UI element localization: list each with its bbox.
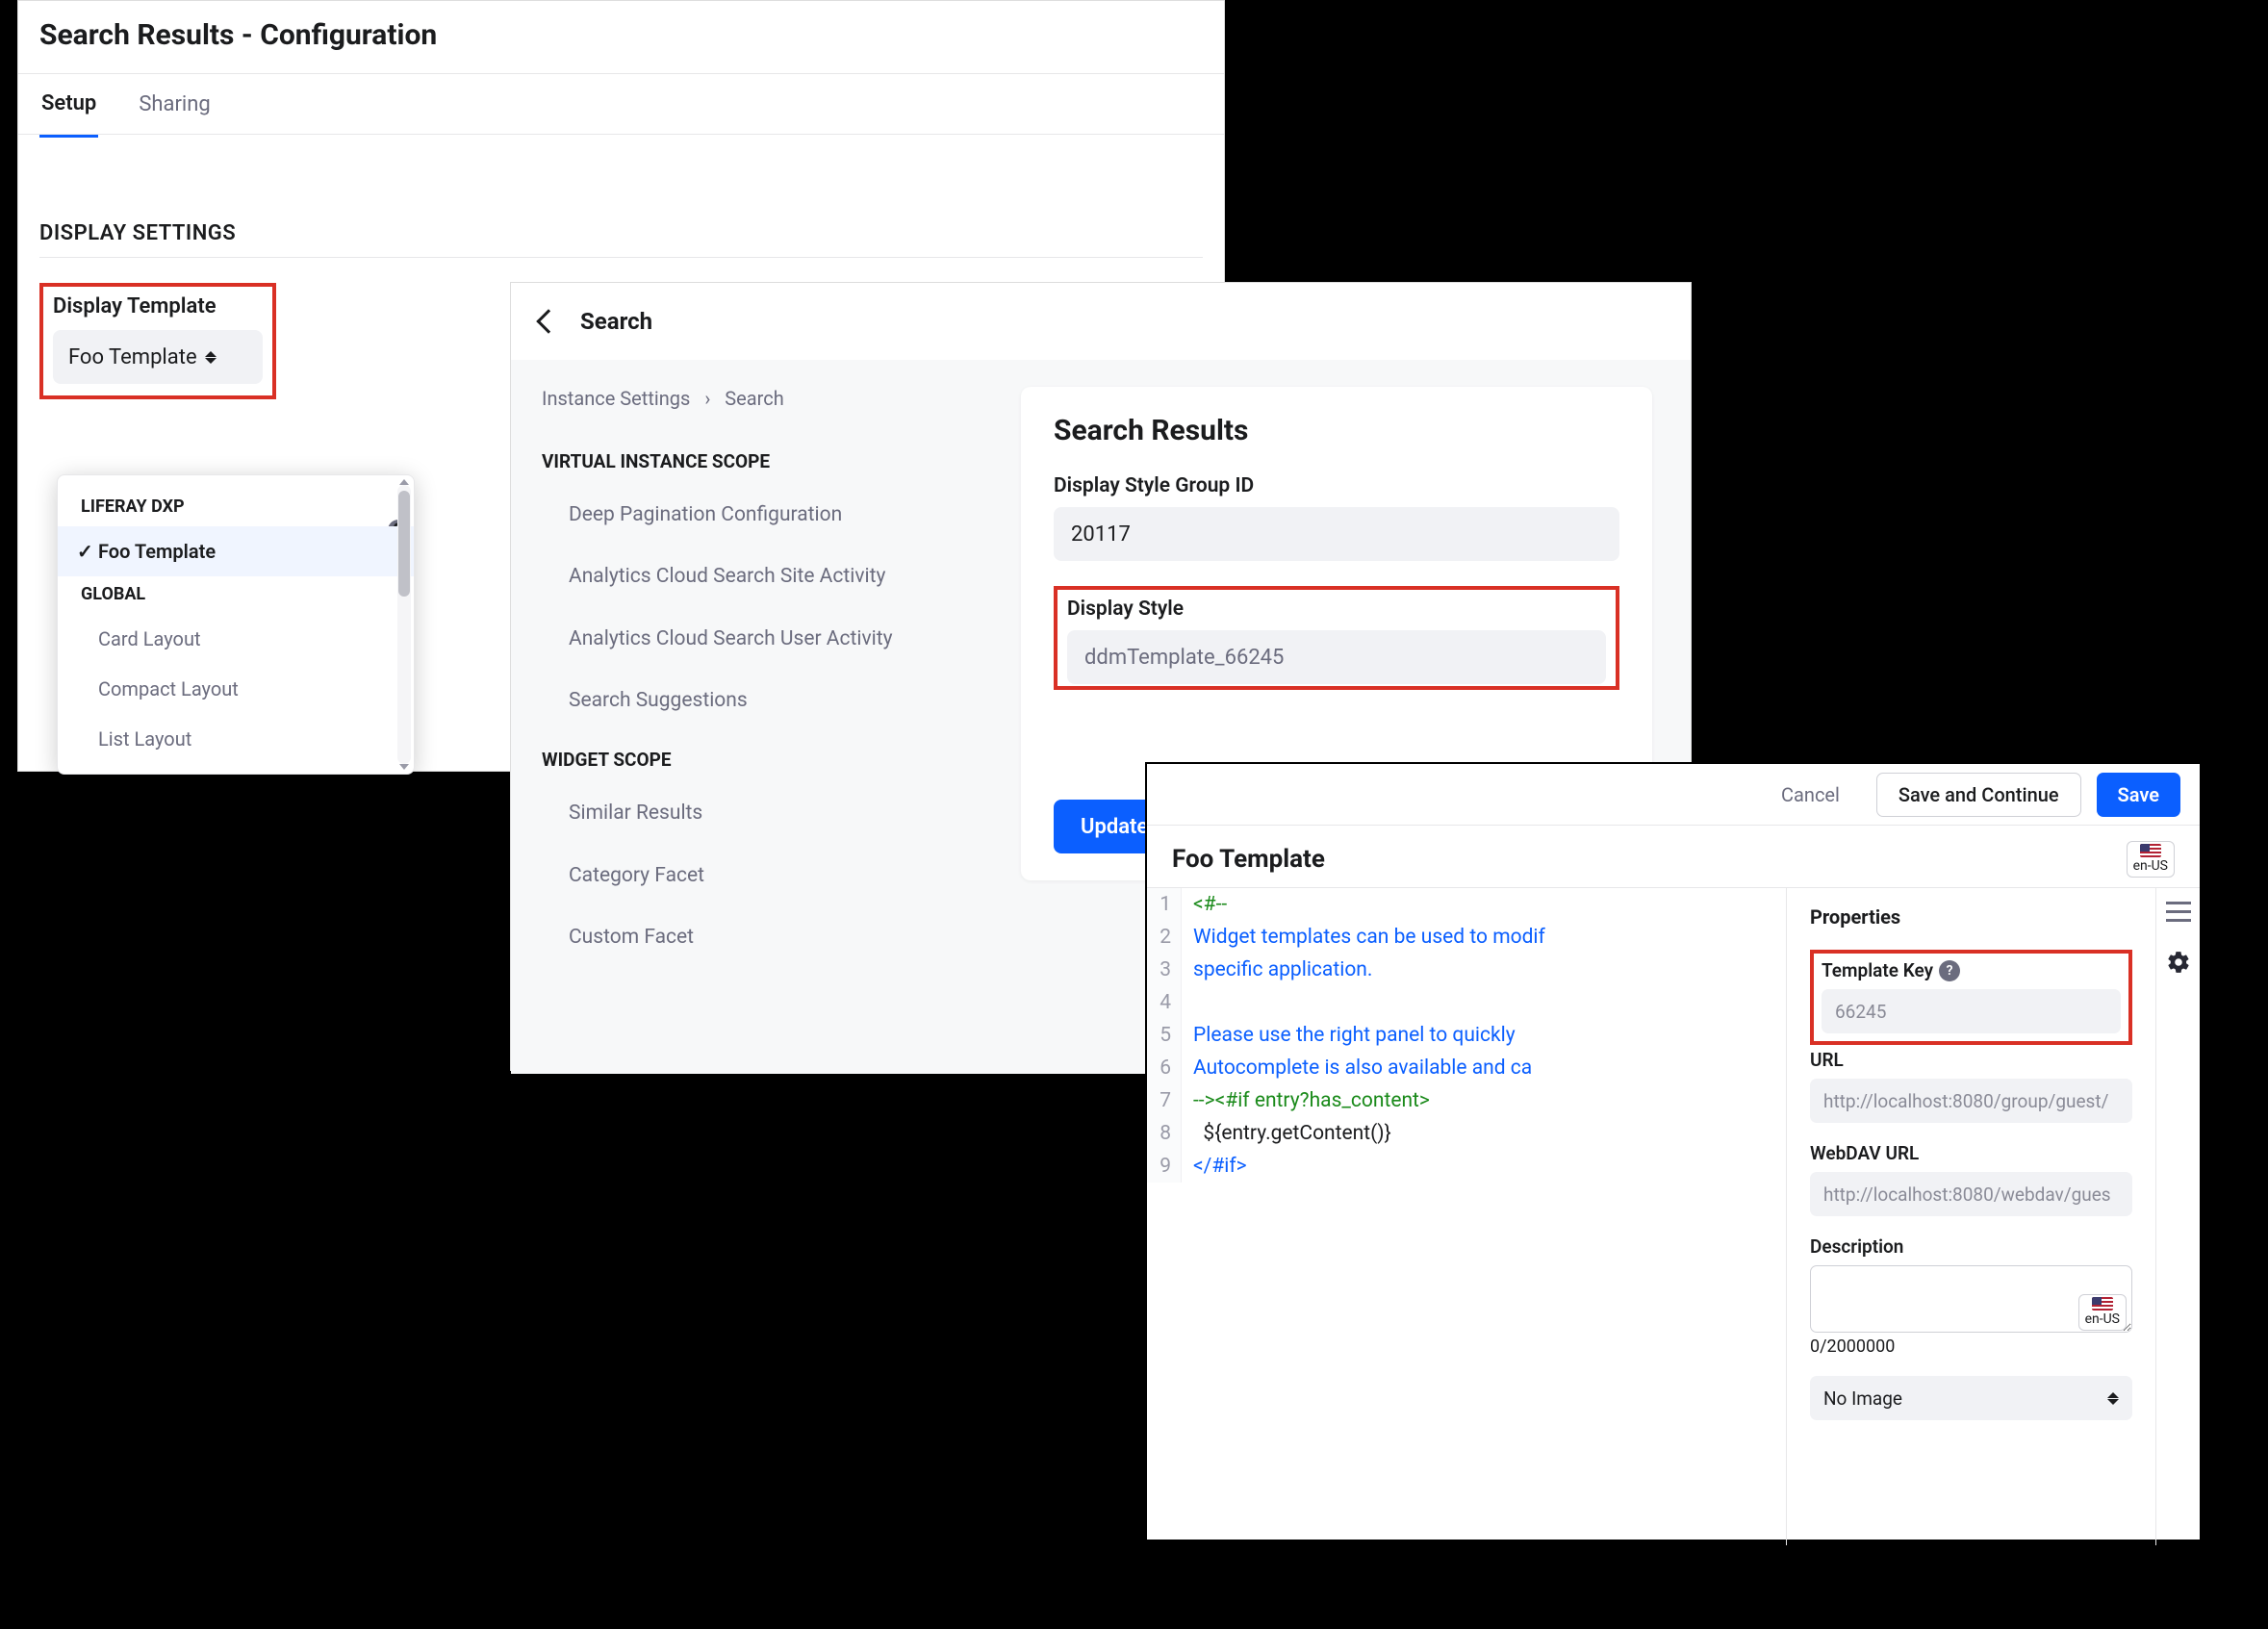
sidebar-item-similar-results[interactable]: Similar Results bbox=[511, 782, 982, 844]
save-button[interactable]: Save bbox=[2097, 773, 2180, 817]
display-style-group-id-input[interactable] bbox=[1054, 507, 1619, 561]
sidebar-item-custom-facet[interactable]: Custom Facet bbox=[511, 906, 982, 968]
editor-right-rail bbox=[2155, 887, 2200, 1545]
editor-toolbar: Cancel Save and Continue Save bbox=[1147, 764, 2200, 826]
image-select[interactable]: No Image bbox=[1810, 1376, 2132, 1420]
tab-setup[interactable]: Setup bbox=[39, 72, 98, 138]
display-template-value: Foo Template bbox=[68, 345, 197, 369]
back-icon[interactable] bbox=[536, 309, 560, 333]
url-input[interactable] bbox=[1810, 1079, 2132, 1123]
save-continue-button[interactable]: Save and Continue bbox=[1876, 773, 2081, 817]
display-settings-heading: DISPLAY SETTINGS bbox=[39, 221, 1203, 258]
scrollbar-thumb[interactable] bbox=[398, 491, 410, 597]
locale-code: en-US bbox=[2133, 858, 2168, 874]
breadcrumb-instance-settings[interactable]: Instance Settings bbox=[542, 387, 690, 410]
dropdown-item-foo-template[interactable]: Foo Template bbox=[58, 526, 414, 576]
display-template-label: Display Template bbox=[53, 294, 217, 318]
dropdown-item-card-layout[interactable]: Card Layout bbox=[58, 614, 414, 664]
tab-bar: Setup Sharing bbox=[18, 73, 1224, 135]
code-editor[interactable]: 1<#-- 2Widget templates can be used to m… bbox=[1147, 887, 1786, 1545]
image-select-value: No Image bbox=[1823, 1387, 1902, 1410]
sidebar-group-virtual-instance: VIRTUAL INSTANCE SCOPE bbox=[511, 433, 982, 484]
panel-header: Search bbox=[511, 283, 1691, 360]
properties-heading: Properties bbox=[1810, 905, 2132, 929]
webdav-url-input[interactable] bbox=[1810, 1172, 2132, 1216]
breadcrumb-search[interactable]: Search bbox=[725, 387, 783, 410]
sidebar-item-search-suggestions[interactable]: Search Suggestions bbox=[511, 670, 982, 731]
us-flag-icon bbox=[2092, 1297, 2113, 1311]
properties-sidebar: Properties Template Key ? URL WebDAV URL… bbox=[1786, 887, 2155, 1545]
highlight-template-key: Template Key ? bbox=[1810, 950, 2132, 1045]
dropdown-item-list-layout[interactable]: List Layout bbox=[58, 714, 414, 764]
description-label: Description bbox=[1810, 1235, 2132, 1258]
dropdown-group-liferay: LIFERAY DXP bbox=[58, 489, 414, 526]
display-style-label: Display Style bbox=[1067, 598, 1606, 621]
description-locale-selector[interactable]: en-US bbox=[2078, 1294, 2127, 1331]
cancel-button[interactable]: Cancel bbox=[1760, 773, 1861, 817]
sidebar-item-analytics-user[interactable]: Analytics Cloud Search User Activity bbox=[511, 608, 982, 670]
display-style-group-id-label: Display Style Group ID bbox=[1054, 474, 1619, 497]
description-char-count: 0/2000000 bbox=[1810, 1336, 2132, 1357]
template-key-label: Template Key bbox=[1822, 959, 1933, 981]
webdav-url-label: WebDAV URL bbox=[1810, 1142, 2132, 1164]
locale-selector[interactable]: en-US bbox=[2127, 841, 2175, 878]
dropdown-item-compact-layout[interactable]: Compact Layout bbox=[58, 664, 414, 714]
tab-sharing[interactable]: Sharing bbox=[137, 73, 212, 136]
sidebar-item-deep-pagination[interactable]: Deep Pagination Configuration bbox=[511, 484, 982, 546]
sidebar-item-category-facet[interactable]: Category Facet bbox=[511, 845, 982, 906]
highlight-display-style: Display Style bbox=[1054, 586, 1619, 690]
us-flag-icon bbox=[2140, 844, 2161, 857]
card-title: Search Results bbox=[1054, 414, 1619, 447]
caret-sort-icon bbox=[205, 351, 217, 364]
template-title: Foo Template bbox=[1172, 845, 1325, 874]
list-icon[interactable] bbox=[2166, 902, 2191, 927]
sidebar-group-widget-scope: WIDGET SCOPE bbox=[511, 731, 982, 782]
gear-icon[interactable] bbox=[2166, 950, 2191, 975]
header-title: Search bbox=[580, 308, 652, 335]
display-template-dropdown: e ? LIFERAY DXP Foo Template GLOBAL Card… bbox=[57, 474, 415, 775]
highlight-display-template: Display Template Foo Template bbox=[39, 283, 276, 399]
dropdown-group-global: GLOBAL bbox=[58, 576, 414, 614]
display-style-input[interactable] bbox=[1067, 630, 1606, 684]
caret-sort-icon bbox=[2107, 1392, 2119, 1405]
panel-title: Search Results - Configuration bbox=[18, 1, 1224, 73]
help-icon[interactable]: ? bbox=[1939, 960, 1960, 981]
url-label: URL bbox=[1810, 1049, 2132, 1071]
sidebar-item-analytics-site[interactable]: Analytics Cloud Search Site Activity bbox=[511, 546, 982, 607]
dropdown-scrollbar[interactable] bbox=[397, 485, 411, 764]
template-editor-panel: Cancel Save and Continue Save Foo Templa… bbox=[1145, 762, 2202, 1541]
template-key-input[interactable] bbox=[1822, 989, 2121, 1033]
display-template-select[interactable]: Foo Template bbox=[53, 330, 263, 384]
settings-sidebar: Instance Settings Search VIRTUAL INSTANC… bbox=[511, 360, 982, 1074]
breadcrumb: Instance Settings Search bbox=[511, 379, 982, 433]
